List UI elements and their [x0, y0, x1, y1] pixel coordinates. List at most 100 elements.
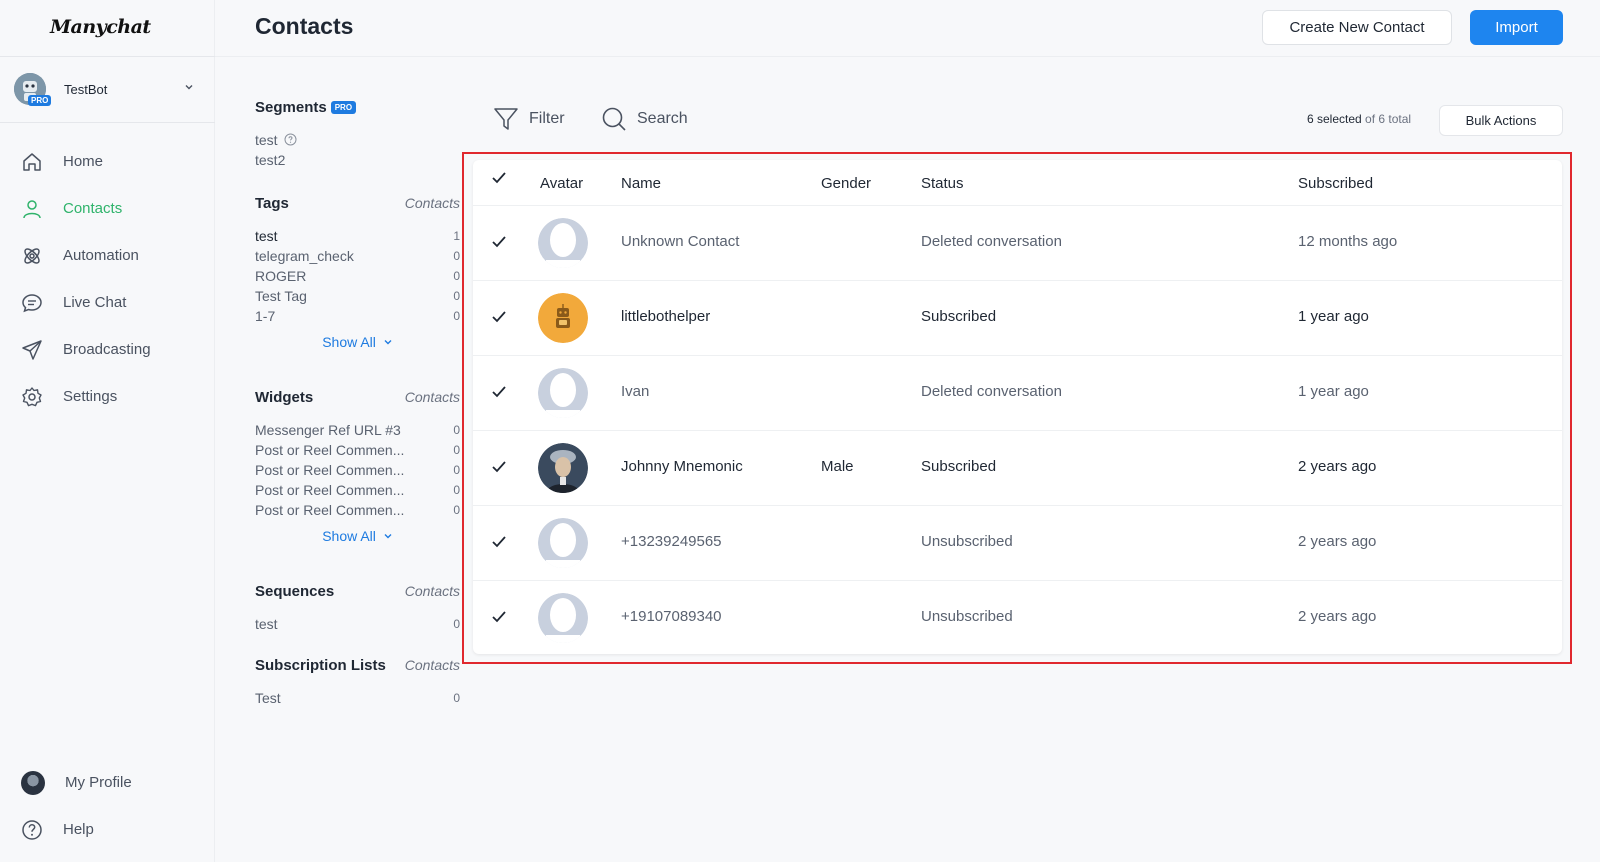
column-header-gender[interactable]: Gender — [821, 175, 871, 192]
contact-name[interactable]: +13239249565 — [621, 533, 722, 550]
contact-subscribed: 2 years ago — [1298, 458, 1377, 475]
nav-label: Live Chat — [63, 294, 127, 311]
tag-count: 0 — [453, 289, 460, 303]
sequences-title: Sequences — [255, 582, 335, 600]
subscription-list-item[interactable]: Test 0 — [255, 688, 460, 708]
contact-status: Unsubscribed — [921, 608, 1013, 625]
select-all-checkbox[interactable] — [489, 168, 509, 188]
placeholder-avatar-icon — [538, 593, 588, 643]
bulk-actions-button[interactable]: Bulk Actions — [1439, 105, 1563, 136]
chevron-down-icon — [384, 340, 392, 345]
tags-header: Tags Contacts — [255, 192, 460, 214]
widget-item[interactable]: Messenger Ref URL #3 0 — [255, 420, 460, 440]
table-row[interactable]: +19107089340 Unsubscribed 2 years ago — [473, 581, 1562, 656]
tag-name: ROGER — [255, 268, 307, 284]
contact-name[interactable]: +19107089340 — [621, 608, 722, 625]
help-icon[interactable] — [284, 133, 297, 146]
sequence-item[interactable]: test 0 — [255, 614, 460, 634]
table-row[interactable]: Unknown Contact Deleted conversation 12 … — [473, 206, 1562, 281]
column-header-subscribed[interactable]: Subscribed — [1298, 175, 1373, 192]
nav-label: Help — [63, 821, 94, 838]
tag-count: 0 — [453, 269, 460, 283]
row-checkbox[interactable] — [489, 532, 509, 552]
widget-item[interactable]: Post or Reel Commen... 0 — [255, 440, 460, 460]
contact-status: Deleted conversation — [921, 383, 1062, 400]
contact-status: Unsubscribed — [921, 533, 1013, 550]
contact-name[interactable]: Johnny Mnemonic — [621, 458, 743, 475]
contact-subscribed: 2 years ago — [1298, 608, 1377, 625]
subscription-lists-contacts-label: Contacts — [404, 657, 460, 673]
contact-name[interactable]: Unknown Contact — [621, 233, 739, 250]
segment-item[interactable]: test2 — [255, 150, 460, 170]
tags-show-all-link[interactable]: Show All — [255, 334, 460, 354]
sequence-name: test — [255, 616, 278, 632]
row-checkbox[interactable] — [489, 457, 509, 477]
nav-item-settings[interactable]: Settings — [0, 373, 215, 420]
row-checkbox[interactable] — [489, 382, 509, 402]
import-button[interactable]: Import — [1470, 10, 1563, 45]
bot-switcher[interactable]: PRO TestBot — [14, 72, 204, 106]
live-chat-icon — [22, 293, 42, 312]
contact-name[interactable]: littlebothelper — [621, 308, 710, 325]
tag-item[interactable]: Test Tag 0 — [255, 286, 460, 306]
contact-name[interactable]: Ivan — [621, 383, 649, 400]
widget-name: Post or Reel Commen... — [255, 482, 405, 498]
search-button[interactable]: Search — [601, 106, 688, 132]
nav-item-help[interactable]: Help — [0, 806, 215, 853]
tag-count: 0 — [453, 249, 460, 263]
contact-subscribed: 1 year ago — [1298, 308, 1369, 325]
subscription-lists-header: Subscription Lists Contacts — [255, 654, 460, 676]
avatar — [538, 593, 588, 643]
contact-subscribed: 2 years ago — [1298, 533, 1377, 550]
avatar — [538, 368, 588, 418]
nav-item-automation[interactable]: Automation — [0, 232, 215, 279]
nav-item-my-profile[interactable]: My Profile — [0, 759, 215, 806]
column-header-status[interactable]: Status — [921, 175, 964, 192]
tag-item[interactable]: 1-7 0 — [255, 306, 460, 326]
table-row[interactable]: littlebothelper Subscribed 1 year ago — [473, 281, 1562, 356]
row-checkbox[interactable] — [489, 232, 509, 252]
nav-item-contacts[interactable]: Contacts — [0, 185, 215, 232]
tag-item[interactable]: telegram_check 0 — [255, 246, 460, 266]
tags-title: Tags — [255, 194, 289, 212]
widgets-show-all-link[interactable]: Show All — [255, 528, 460, 548]
avatar — [538, 293, 588, 343]
widget-count: 0 — [453, 423, 460, 437]
segments-header: Segments PRO — [255, 96, 460, 118]
pro-badge: PRO — [28, 95, 52, 106]
nav-item-broadcasting[interactable]: Broadcasting — [0, 326, 215, 373]
widget-item[interactable]: Post or Reel Commen... 0 — [255, 460, 460, 480]
automation-icon — [24, 247, 40, 264]
create-new-contact-button[interactable]: Create New Contact — [1262, 10, 1452, 45]
widget-item[interactable]: Post or Reel Commen... 0 — [255, 480, 460, 500]
nav-item-home[interactable]: Home — [0, 138, 215, 185]
widget-count: 0 — [453, 463, 460, 477]
tag-item[interactable]: test 1 — [255, 226, 460, 246]
column-header-name[interactable]: Name — [621, 175, 661, 192]
widget-item[interactable]: Post or Reel Commen... 0 — [255, 500, 460, 520]
row-checkbox[interactable] — [489, 607, 509, 627]
sidebar-nav: Home Contacts Automation Live Chat Broad… — [0, 138, 215, 420]
sidebar-bottom: My Profile Help — [0, 759, 215, 853]
filter-button[interactable]: Filter — [493, 106, 565, 132]
search-label: Search — [637, 110, 688, 127]
total-count-text: of 6 total — [1361, 112, 1412, 126]
nav-item-live-chat[interactable]: Live Chat — [0, 279, 215, 326]
placeholder-avatar-icon — [538, 518, 588, 568]
manychat-logo[interactable]: Manychat — [50, 16, 151, 38]
contacts-icon — [23, 199, 41, 218]
segment-item[interactable]: test — [255, 130, 460, 150]
sidebar: Manychat PRO TestBot Home Contacts Autom… — [0, 0, 215, 862]
contact-status: Subscribed — [921, 308, 997, 325]
tag-item[interactable]: ROGER 0 — [255, 266, 460, 286]
nav-label: Contacts — [63, 200, 123, 217]
row-checkbox[interactable] — [489, 307, 509, 327]
chevron-down-icon[interactable] — [184, 82, 194, 92]
column-header-avatar[interactable]: Avatar — [540, 175, 583, 192]
table-row[interactable]: Ivan Deleted conversation 1 year ago — [473, 356, 1562, 431]
widget-count: 0 — [453, 483, 460, 497]
avatar — [538, 518, 588, 568]
widget-count: 0 — [453, 443, 460, 457]
table-row[interactable]: +13239249565 Unsubscribed 2 years ago — [473, 506, 1562, 581]
table-row[interactable]: Johnny Mnemonic Male Subscribed 2 years … — [473, 431, 1562, 506]
